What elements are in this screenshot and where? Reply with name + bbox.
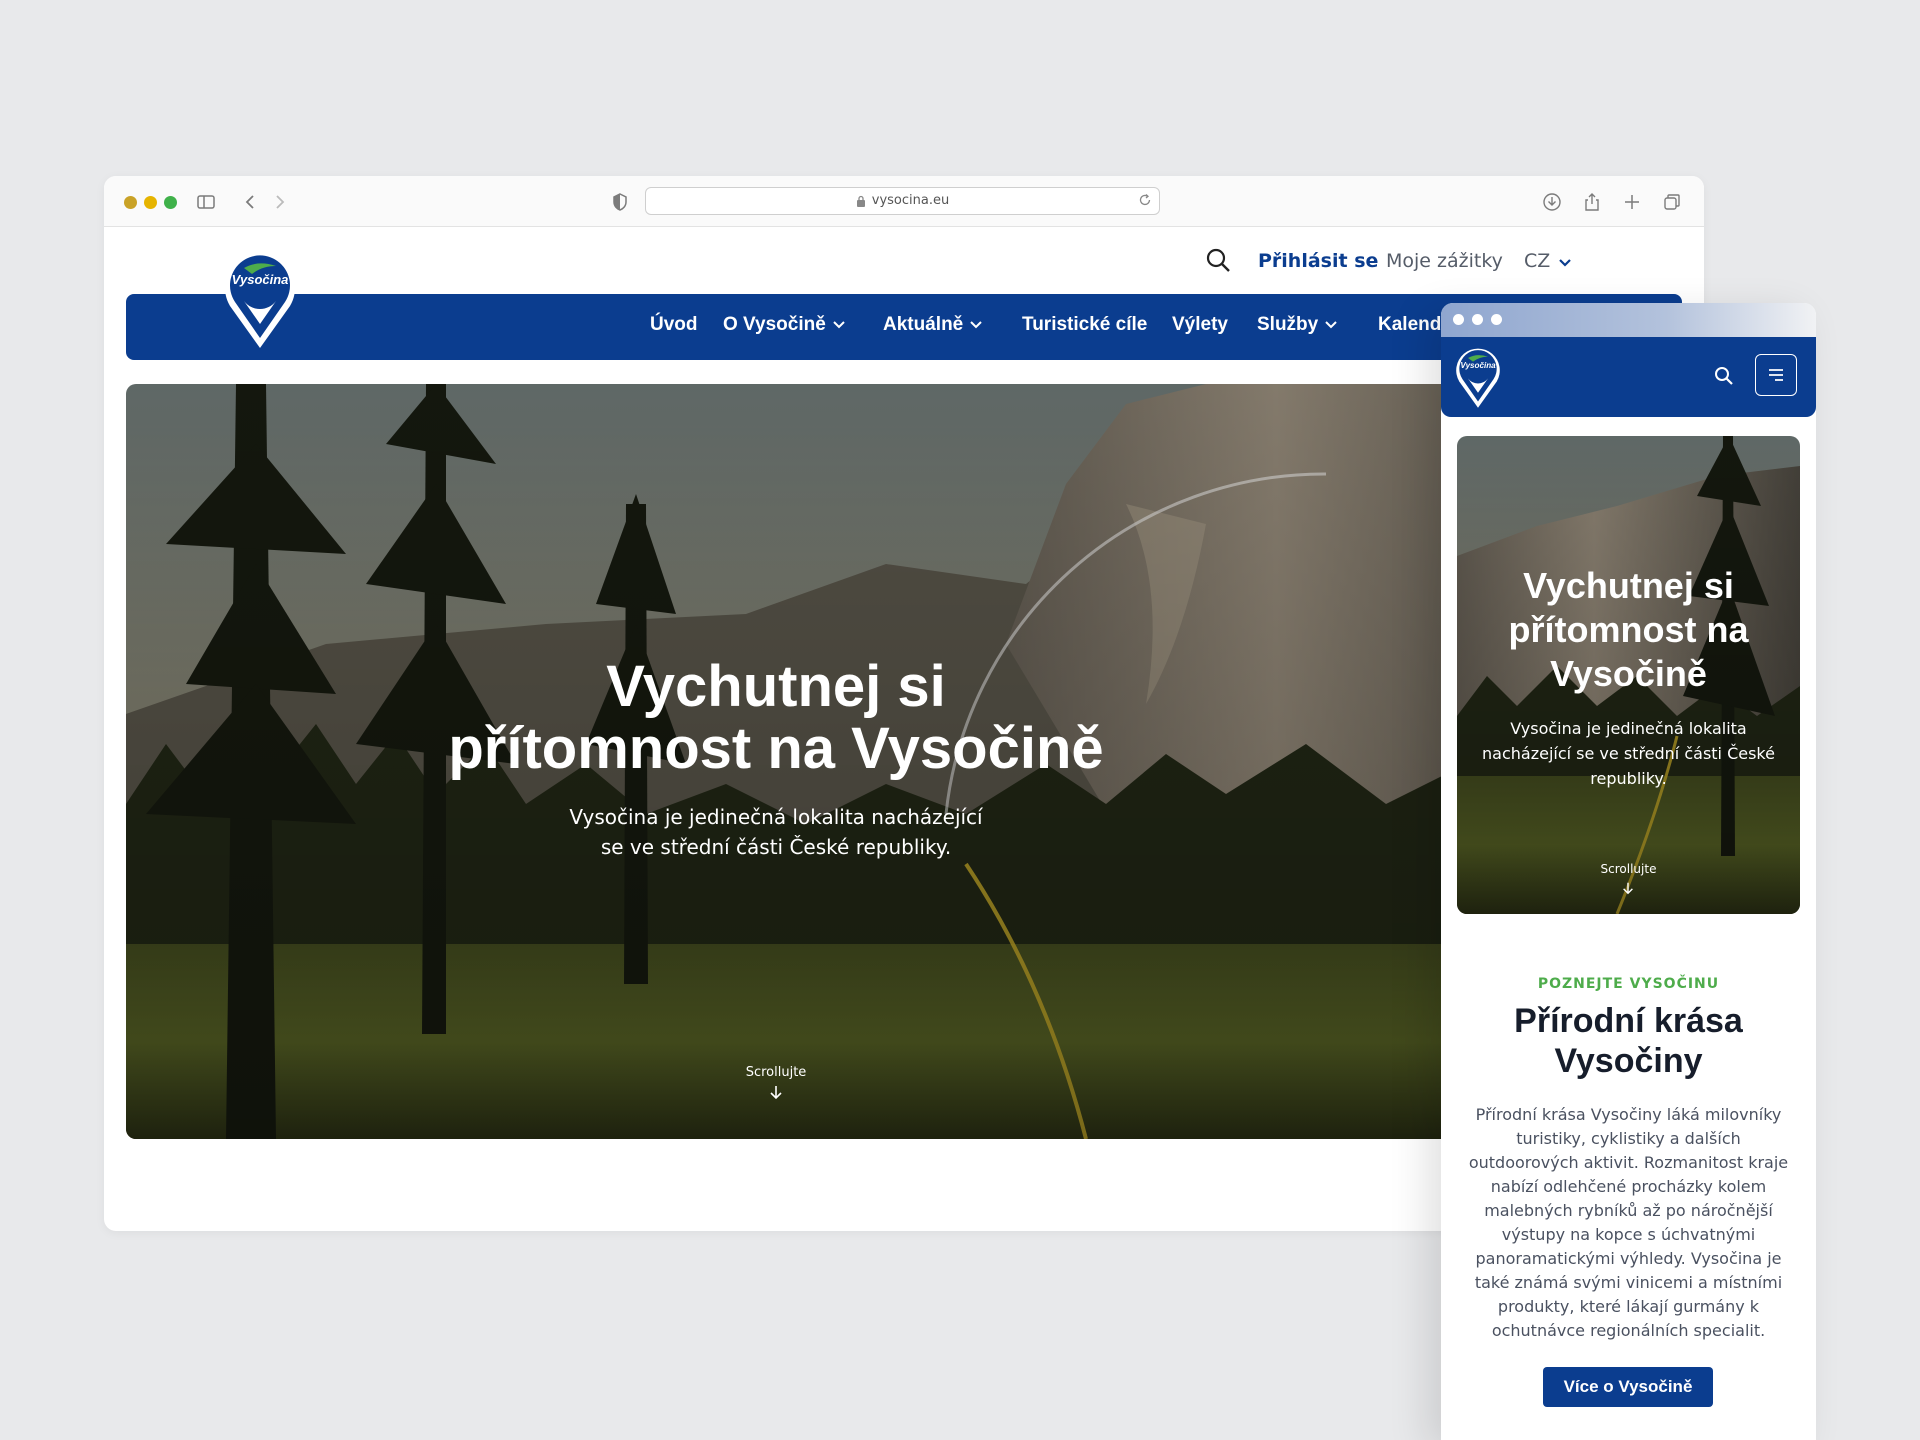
address-bar[interactable]: vysocina.eu bbox=[645, 187, 1160, 215]
hero-title-line: přítomnost na bbox=[1508, 609, 1749, 650]
shield-icon[interactable] bbox=[610, 192, 630, 212]
download-icon[interactable] bbox=[1542, 192, 1562, 212]
my-experiences-link[interactable]: Moje zážitky bbox=[1386, 250, 1503, 272]
login-link[interactable]: Přihlásit se bbox=[1258, 250, 1378, 272]
nav-item-label: Služby bbox=[1257, 314, 1319, 335]
more-about-button[interactable]: Více o Vysočině bbox=[1543, 1367, 1713, 1407]
chevron-down-icon bbox=[970, 321, 982, 329]
sidebar-toggle-icon[interactable] bbox=[196, 192, 216, 212]
hero-title-line: Vysočině bbox=[1550, 653, 1707, 694]
url-text: vysocina.eu bbox=[871, 193, 950, 208]
vysocina-logo[interactable]: Vysočina bbox=[1453, 343, 1503, 409]
nav-item-label: O Vysočině bbox=[723, 314, 826, 335]
vysocina-logo[interactable]: Vysočina bbox=[222, 244, 298, 350]
new-tab-icon[interactable] bbox=[1622, 192, 1642, 212]
mobile-hero-title: Vychutnej si přítomnost na Vysočině bbox=[1457, 564, 1800, 696]
logo-text: Vysočina bbox=[1460, 361, 1496, 370]
section-body: Přírodní krása Vysočiny láká milovníky t… bbox=[1468, 1105, 1789, 1340]
window-close-button[interactable] bbox=[124, 196, 137, 209]
lock-icon bbox=[856, 195, 865, 207]
nav-item-services[interactable]: Služby bbox=[1257, 314, 1338, 336]
window-minimize-button[interactable] bbox=[144, 196, 157, 209]
nav-item-news[interactable]: Aktuálně bbox=[883, 314, 983, 336]
back-arrow-icon[interactable] bbox=[240, 192, 260, 212]
language-selector[interactable]: CZ bbox=[1524, 250, 1550, 272]
reload-icon[interactable] bbox=[1137, 192, 1153, 208]
window-close-button[interactable] bbox=[1453, 314, 1464, 325]
nav-item-destinations[interactable]: Turistické cíle bbox=[1022, 314, 1147, 336]
mobile-toolbar bbox=[1441, 303, 1816, 337]
scroll-hint[interactable]: Scrollujte bbox=[1457, 862, 1800, 876]
forward-arrow-icon[interactable] bbox=[270, 192, 290, 212]
share-icon[interactable] bbox=[1582, 192, 1602, 212]
hamburger-icon bbox=[1769, 369, 1783, 381]
hero-title-line: Vychutnej si bbox=[606, 654, 946, 719]
logo-text: Vysočina bbox=[232, 272, 289, 287]
nav-item-home[interactable]: Úvod bbox=[650, 314, 698, 336]
menu-button[interactable] bbox=[1755, 354, 1797, 396]
section-title-line: Přírodní krása bbox=[1514, 1002, 1743, 1040]
search-icon[interactable] bbox=[1204, 246, 1232, 274]
hero-subtitle: Vysočina je jedinečná lokalita nacházejí… bbox=[126, 802, 1426, 862]
search-icon[interactable] bbox=[1713, 365, 1735, 387]
window-maximize-button[interactable] bbox=[1491, 314, 1502, 325]
scroll-hint[interactable]: Scrollujte bbox=[126, 1065, 1426, 1080]
section-title-line: Vysočiny bbox=[1554, 1042, 1703, 1080]
hero-title: Vychutnej si přítomnost na Vysočině bbox=[126, 656, 1426, 780]
chevron-down-icon bbox=[1325, 321, 1337, 329]
arrow-down-icon[interactable] bbox=[1621, 881, 1635, 895]
mobile-preview: Vysočina Vychutnej si přítomnost na Vyso… bbox=[1441, 303, 1816, 1440]
hero-title-line: Vychutnej si bbox=[1523, 565, 1734, 606]
nav-item-trips[interactable]: Výlety bbox=[1172, 314, 1228, 336]
browser-toolbar: vysocina.eu bbox=[104, 176, 1704, 227]
window-maximize-button[interactable] bbox=[164, 196, 177, 209]
tabs-overview-icon[interactable] bbox=[1662, 192, 1682, 212]
chevron-down-icon[interactable] bbox=[1556, 254, 1574, 272]
chevron-down-icon bbox=[833, 321, 845, 329]
arrow-down-icon[interactable] bbox=[768, 1084, 784, 1100]
hero-subtitle-line: se ve střední části České republiky. bbox=[600, 835, 952, 859]
mobile-hero: Vychutnej si přítomnost na Vysočině Vyso… bbox=[1457, 436, 1800, 914]
mobile-hero-subtitle: Vysočina je jedinečná lokalita nacházejí… bbox=[1482, 719, 1775, 788]
section-title: Přírodní krása Vysočiny bbox=[1441, 1001, 1816, 1081]
window-minimize-button[interactable] bbox=[1472, 314, 1483, 325]
nav-item-label: Aktuálně bbox=[883, 314, 964, 335]
nav-item-about[interactable]: O Vysočině bbox=[723, 314, 846, 336]
hero-subtitle-line: Vysočina je jedinečná lokalita nacházejí… bbox=[569, 805, 983, 829]
section-eyebrow: POZNEJTE VYSOČINU bbox=[1537, 976, 1720, 992]
utility-bar: Přihlásit se Moje zážitky CZ bbox=[104, 242, 1704, 282]
hero-title-line: přítomnost na Vysočině bbox=[448, 716, 1104, 781]
